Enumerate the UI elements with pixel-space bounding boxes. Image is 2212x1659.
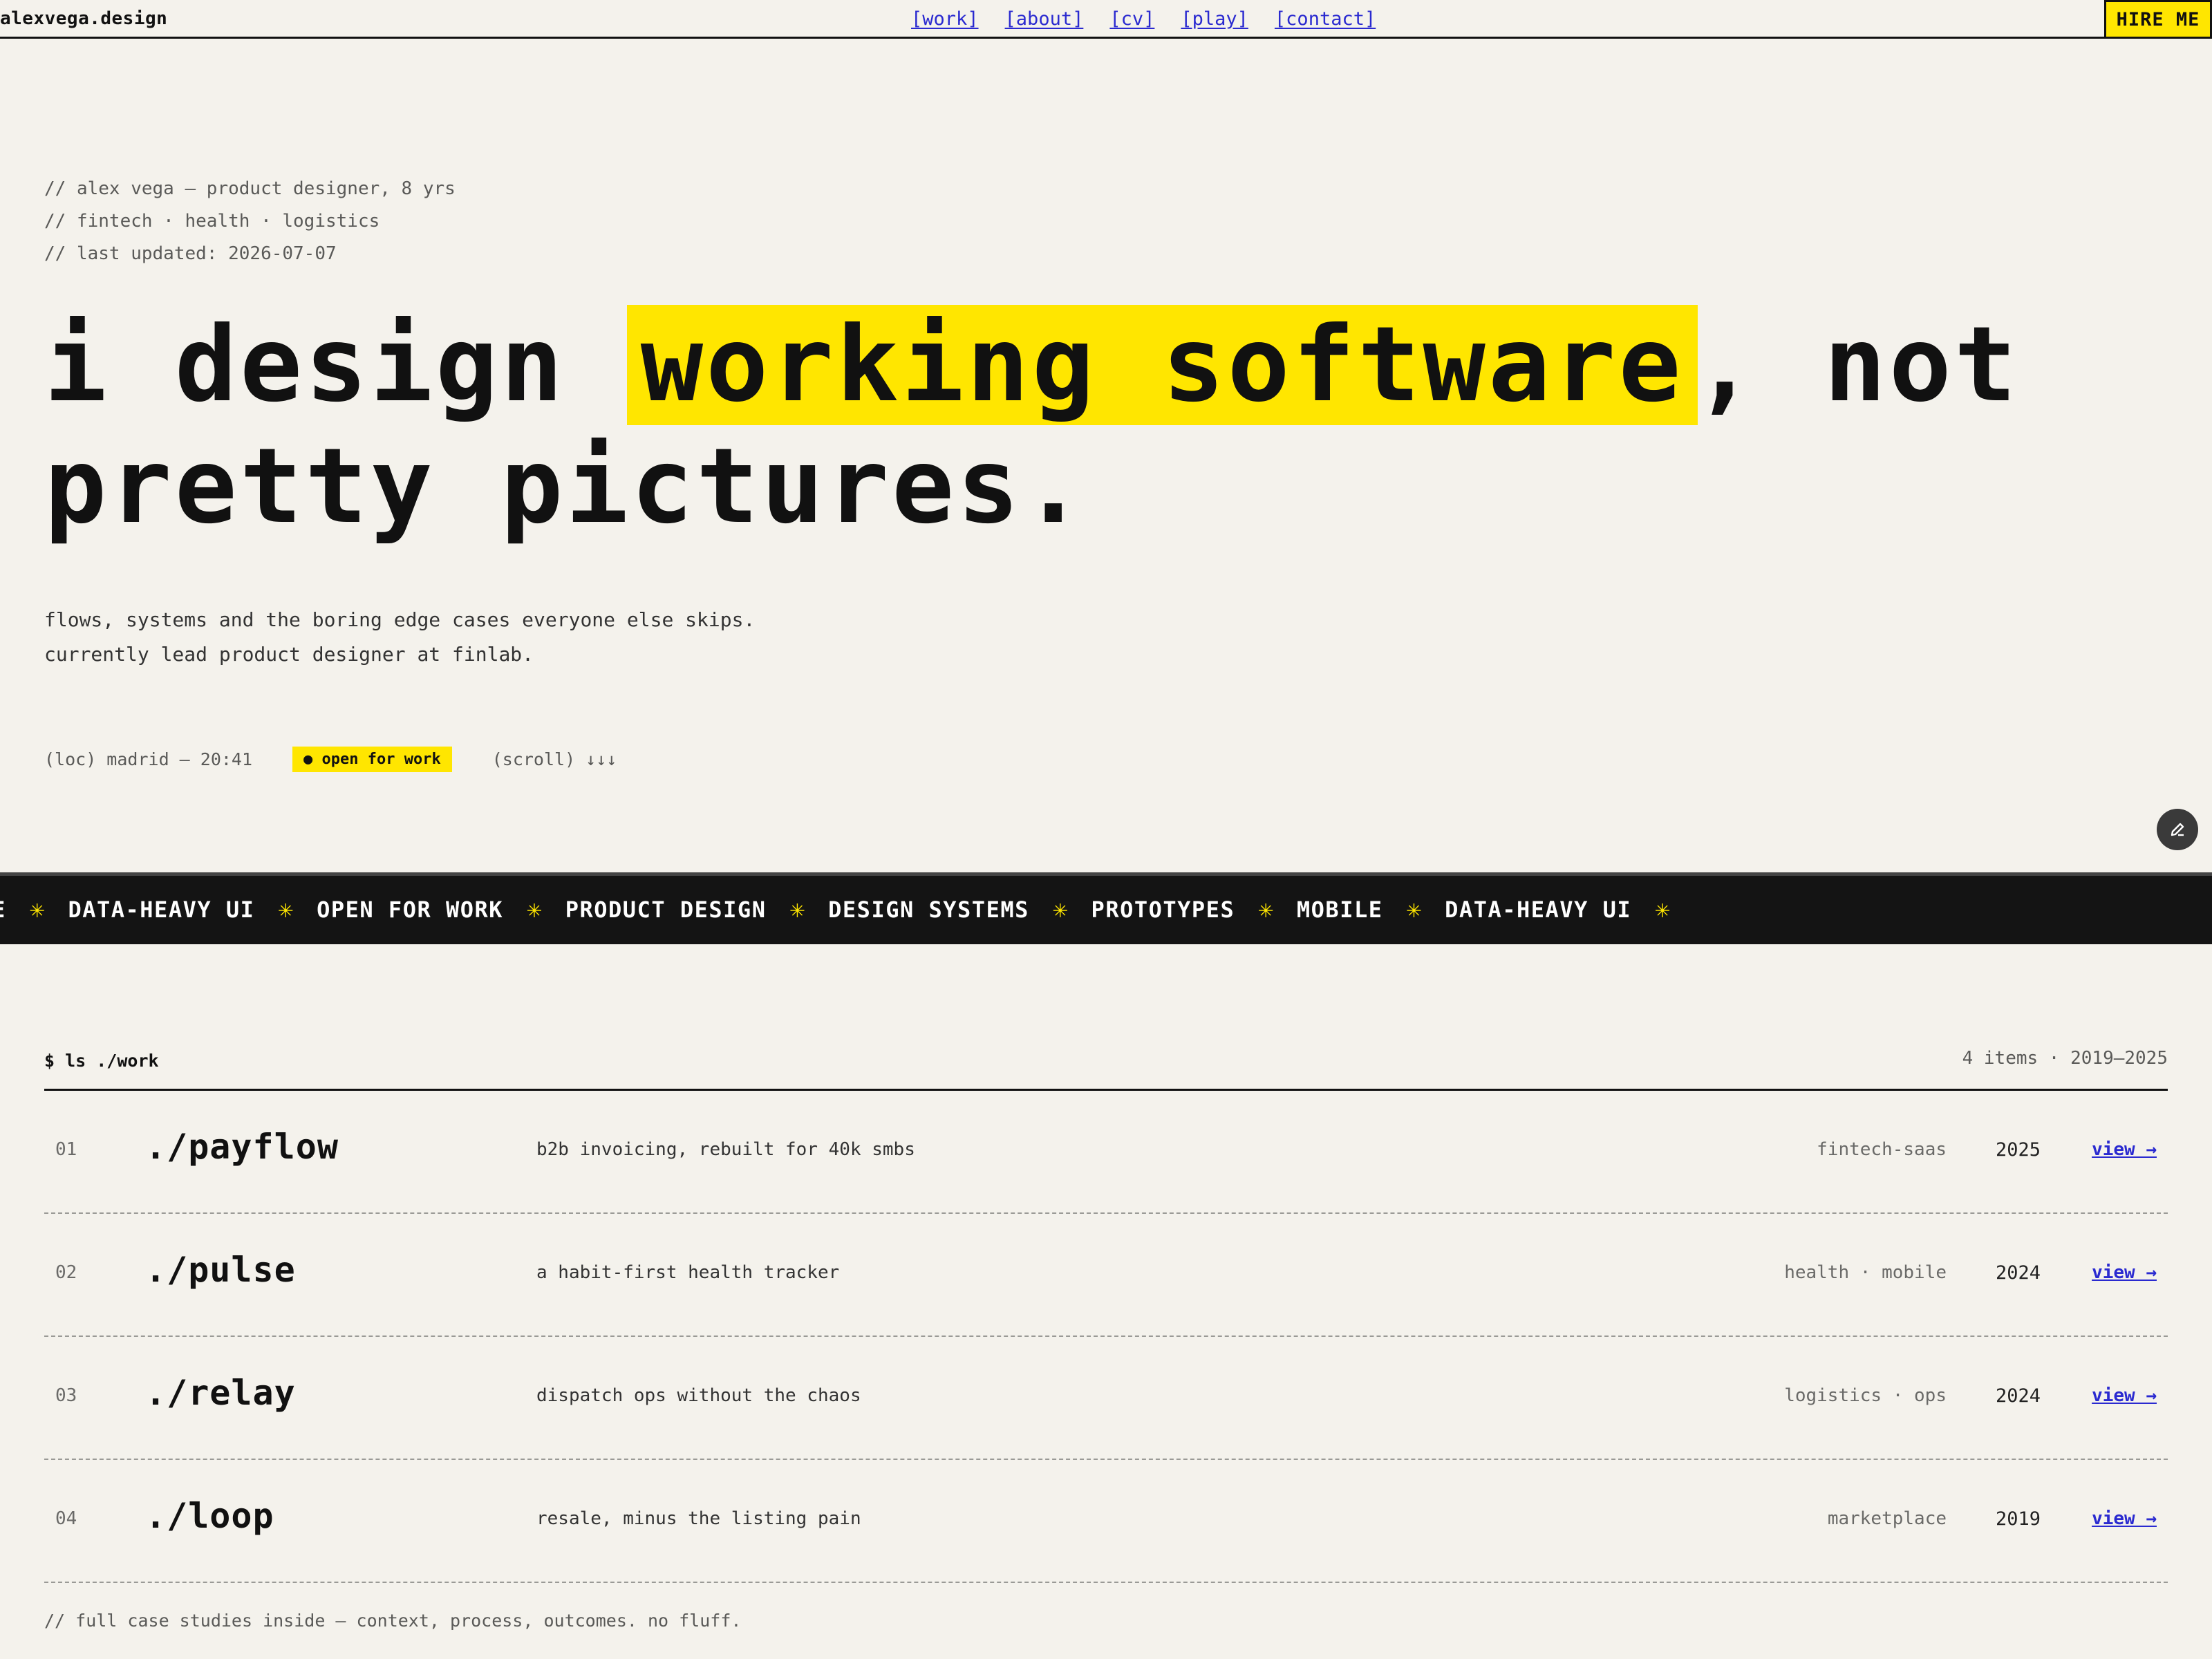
meta-line-role: // alex vega — product designer, 8 yrs xyxy=(44,178,456,199)
star-icon: ✳ xyxy=(527,895,542,924)
hero-meta: // alex vega — product designer, 8 yrs /… xyxy=(44,173,456,270)
marquee-item: MOBILE xyxy=(1296,896,1383,923)
work-header: $ ls ./work 4 items · 2019—2025 xyxy=(44,1044,2168,1091)
project-view-link[interactable]: view → xyxy=(2092,1385,2157,1406)
star-icon: ✳ xyxy=(789,895,805,924)
marquee-item: PROTOTYPES xyxy=(1091,896,1235,923)
star-icon: ✳ xyxy=(1406,895,1422,924)
star-icon: ✳ xyxy=(1052,895,1068,924)
project-description: a habit-first health tracker xyxy=(536,1262,840,1283)
project-view-link[interactable]: view → xyxy=(2092,1508,2157,1529)
marquee-item: PRODUCT DESIGN xyxy=(565,896,767,923)
project-name[interactable]: ./pulse xyxy=(145,1250,296,1290)
project-year: 2024 xyxy=(1995,1262,2041,1284)
project-name[interactable]: ./relay xyxy=(145,1373,296,1413)
nav-link-contact[interactable]: [contact] xyxy=(1275,8,1376,30)
project-tag: health · mobile xyxy=(1784,1262,1947,1283)
brand-logo[interactable]: alexvega.design xyxy=(0,8,167,29)
project-description: b2b invoicing, rebuilt for 40k smbs xyxy=(536,1139,915,1160)
subtitle-line-2: currently lead product designer at finla… xyxy=(44,643,534,666)
edit-button[interactable] xyxy=(2157,809,2198,850)
project-number: 04 xyxy=(55,1508,77,1529)
project-view-link[interactable]: view → xyxy=(2092,1139,2157,1160)
project-number: 03 xyxy=(55,1385,77,1406)
meta-line-updated: // last updated: 2026-07-07 xyxy=(44,243,337,264)
marquee-item: OPEN FOR WORK xyxy=(317,896,504,923)
marquee-item: DATA-HEAVY UI xyxy=(1445,896,1632,923)
project-name[interactable]: ./loop xyxy=(145,1496,274,1536)
project-tag: fintech-saas xyxy=(1817,1139,1947,1160)
subtitle-line-1: flows, systems and the boring edge cases… xyxy=(44,608,756,631)
work-prompt: $ ls ./work xyxy=(44,1051,159,1071)
marquee-track: E ✳ DATA-HEAVY UI ✳ OPEN FOR WORK ✳ PROD… xyxy=(0,895,1694,924)
nav-link-cv[interactable]: [cv] xyxy=(1109,8,1154,30)
hero-subtitle: flows, systems and the boring edge cases… xyxy=(44,603,755,672)
headline-highlight: working software xyxy=(626,305,1698,425)
project-year: 2024 xyxy=(1995,1385,2041,1407)
star-icon: ✳ xyxy=(29,895,45,924)
availability-badge: ● open for work xyxy=(292,747,452,772)
project-number: 02 xyxy=(55,1262,77,1283)
project-description: dispatch ops without the chaos xyxy=(536,1385,861,1406)
project-tag: logistics · ops xyxy=(1784,1385,1947,1406)
work-count: 4 items · 2019—2025 xyxy=(1962,1048,2168,1069)
headline-pre: i design xyxy=(44,305,631,425)
nav-links: [work] [about] [cv] [play] [contact] xyxy=(911,8,1376,30)
project-name[interactable]: ./payflow xyxy=(145,1127,339,1167)
location-time: (loc) madrid — 20:41 xyxy=(44,749,253,769)
project-tag: marketplace xyxy=(1827,1508,1947,1529)
project-row-pulse[interactable]: 02 ./pulse a habit-first health tracker … xyxy=(44,1214,2168,1337)
project-row-payflow[interactable]: 01 ./payflow b2b invoicing, rebuilt for … xyxy=(44,1091,2168,1214)
skills-marquee: E ✳ DATA-HEAVY UI ✳ OPEN FOR WORK ✳ PROD… xyxy=(0,872,2212,944)
marquee-fragment: E xyxy=(0,897,6,923)
nav-link-work[interactable]: [work] xyxy=(911,8,979,30)
project-year: 2019 xyxy=(1995,1508,2041,1530)
meta-line-industries: // fintech · health · logistics xyxy=(44,211,380,232)
project-row-relay[interactable]: 03 ./relay dispatch ops without the chao… xyxy=(44,1337,2168,1460)
work-footnote: // full case studies inside — context, p… xyxy=(44,1611,742,1631)
project-number: 01 xyxy=(55,1139,77,1160)
star-icon: ✳ xyxy=(278,895,294,924)
project-description: resale, minus the listing pain xyxy=(536,1508,861,1529)
pencil-icon xyxy=(2171,823,2184,836)
nav-link-play[interactable]: [play] xyxy=(1181,8,1248,30)
project-year: 2025 xyxy=(1995,1139,2041,1161)
project-view-link[interactable]: view → xyxy=(2092,1262,2157,1283)
hire-me-button[interactable]: HIRE ME xyxy=(2104,0,2212,39)
work-section: $ ls ./work 4 items · 2019—2025 01 ./pay… xyxy=(44,1044,2168,1583)
status-row: (loc) madrid — 20:41 ● open for work (sc… xyxy=(44,747,617,772)
star-icon: ✳ xyxy=(1655,895,1670,924)
nav-link-about[interactable]: [about] xyxy=(1005,8,1084,30)
top-nav: alexvega.design [work] [about] [cv] [pla… xyxy=(0,0,2212,39)
marquee-item: DESIGN SYSTEMS xyxy=(828,896,1029,923)
project-row-loop[interactable]: 04 ./loop resale, minus the listing pain… xyxy=(44,1460,2168,1583)
hero-headline: i design working software, not pretty pi… xyxy=(44,304,2049,547)
scroll-hint: (scroll) ↓↓↓ xyxy=(491,749,617,769)
star-icon: ✳ xyxy=(1258,895,1273,924)
marquee-item: DATA-HEAVY UI xyxy=(68,896,255,923)
